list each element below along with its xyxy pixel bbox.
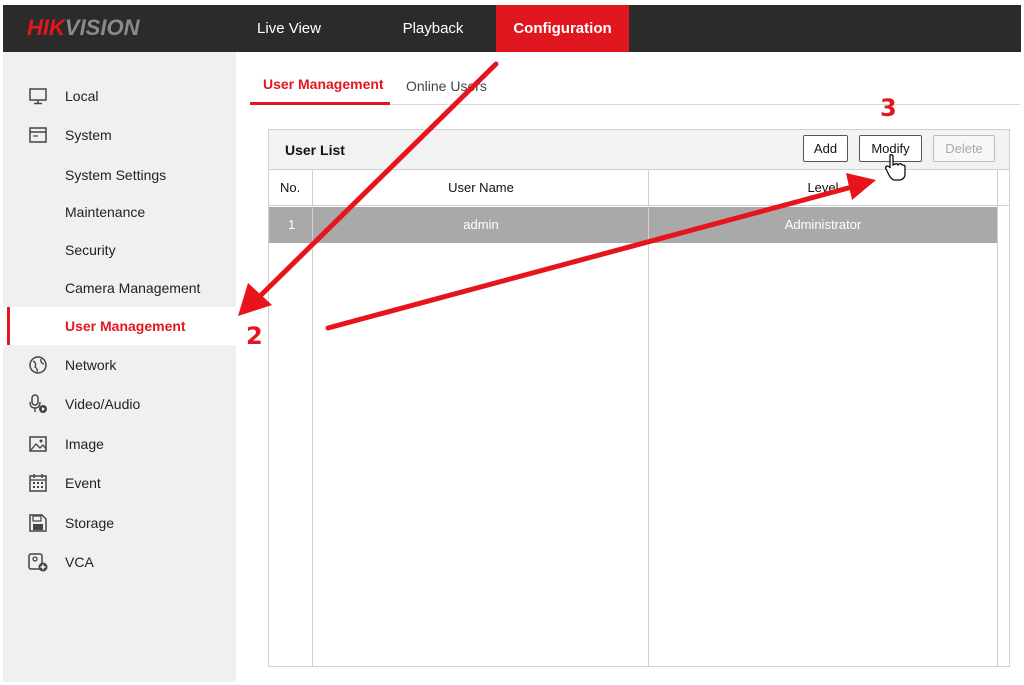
sidebar-item-event[interactable]: Event	[3, 464, 236, 502]
cell-level: Administrator	[784, 217, 862, 232]
sidebar-item-network[interactable]: Network	[3, 346, 236, 384]
monitor-icon	[27, 86, 49, 106]
sidebar-item-label: Local	[65, 88, 99, 104]
sidebar-item-image[interactable]: Image	[3, 425, 236, 463]
microphone-icon	[27, 394, 49, 414]
calendar-icon	[27, 473, 49, 493]
sidebar-item-security[interactable]: Security	[3, 231, 236, 269]
sidebar-item-camera-management[interactable]: Camera Management	[3, 269, 236, 307]
sidebar-item-label: Network	[65, 357, 117, 373]
column-divider	[997, 170, 998, 666]
sidebar-item-label: Video/Audio	[65, 396, 141, 412]
tab-user-management[interactable]: User Management	[263, 76, 384, 92]
sidebar-item-storage[interactable]: Storage	[3, 504, 236, 542]
top-nav-bar: HIKVISION Live View Playback Configurati…	[3, 5, 1021, 52]
hikvision-logo: HIKVISION	[27, 15, 140, 40]
sidebar-item-label: Storage	[65, 515, 115, 531]
user-list-panel: User List Add Modify Delete No. User Nam…	[268, 129, 1010, 667]
sidebar-item-system-settings[interactable]: System Settings	[3, 156, 236, 194]
step-3-label: 3	[880, 94, 897, 122]
sidebar-item-label: Image	[65, 436, 104, 452]
sidebar-item-label: Camera Management	[65, 280, 201, 296]
vca-icon	[27, 552, 49, 572]
table-row[interactable]: 1 admin Administrator	[269, 207, 997, 243]
sidebar-item-label: System	[65, 127, 112, 143]
sidebar-item-label: System Settings	[65, 167, 167, 183]
table-header: No. User Name Level	[269, 170, 1009, 206]
column-header-no: No.	[280, 180, 301, 195]
column-header-user-name: User Name	[448, 180, 514, 195]
user-list-title: User List	[285, 142, 345, 158]
system-icon	[27, 125, 49, 145]
sidebar: Local System System Settings Maintenance…	[3, 52, 236, 682]
nav-live-view[interactable]: Live View	[239, 5, 339, 52]
delete-button[interactable]: Delete	[933, 135, 995, 162]
tab-online-users[interactable]: Online Users	[406, 78, 487, 94]
sidebar-item-label: VCA	[65, 554, 94, 570]
active-tab-underline	[250, 102, 390, 105]
user-list-header: User List Add Modify Delete	[269, 130, 1009, 170]
sidebar-item-label: User Management	[65, 318, 186, 334]
nav-configuration[interactable]: Configuration	[496, 5, 629, 52]
sidebar-item-label: Maintenance	[65, 204, 146, 220]
storage-icon	[27, 513, 49, 533]
sidebar-item-video-audio[interactable]: Video/Audio	[3, 385, 236, 423]
image-icon	[27, 434, 49, 454]
sidebar-item-local[interactable]: Local	[3, 77, 236, 115]
tab-bar: User Management Online Users	[250, 62, 1020, 105]
nav-playback[interactable]: Playback	[378, 5, 488, 52]
active-indicator	[7, 307, 10, 345]
globe-icon	[27, 355, 49, 375]
column-divider	[648, 170, 649, 666]
sidebar-item-system[interactable]: System	[3, 116, 236, 154]
sidebar-item-maintenance[interactable]: Maintenance	[3, 193, 236, 231]
sidebar-item-user-management[interactable]: User Management	[3, 307, 236, 345]
step-2-label: 2	[246, 322, 263, 350]
sidebar-item-label: Security	[65, 242, 116, 258]
add-button[interactable]: Add	[803, 135, 848, 162]
modify-button[interactable]: Modify	[859, 135, 922, 162]
cell-user-name: admin	[463, 217, 499, 232]
cell-no: 1	[288, 217, 296, 232]
sidebar-item-vca[interactable]: VCA	[3, 543, 236, 581]
column-divider	[312, 170, 313, 666]
column-header-level: Level	[807, 180, 839, 195]
sidebar-item-label: Event	[65, 475, 101, 491]
